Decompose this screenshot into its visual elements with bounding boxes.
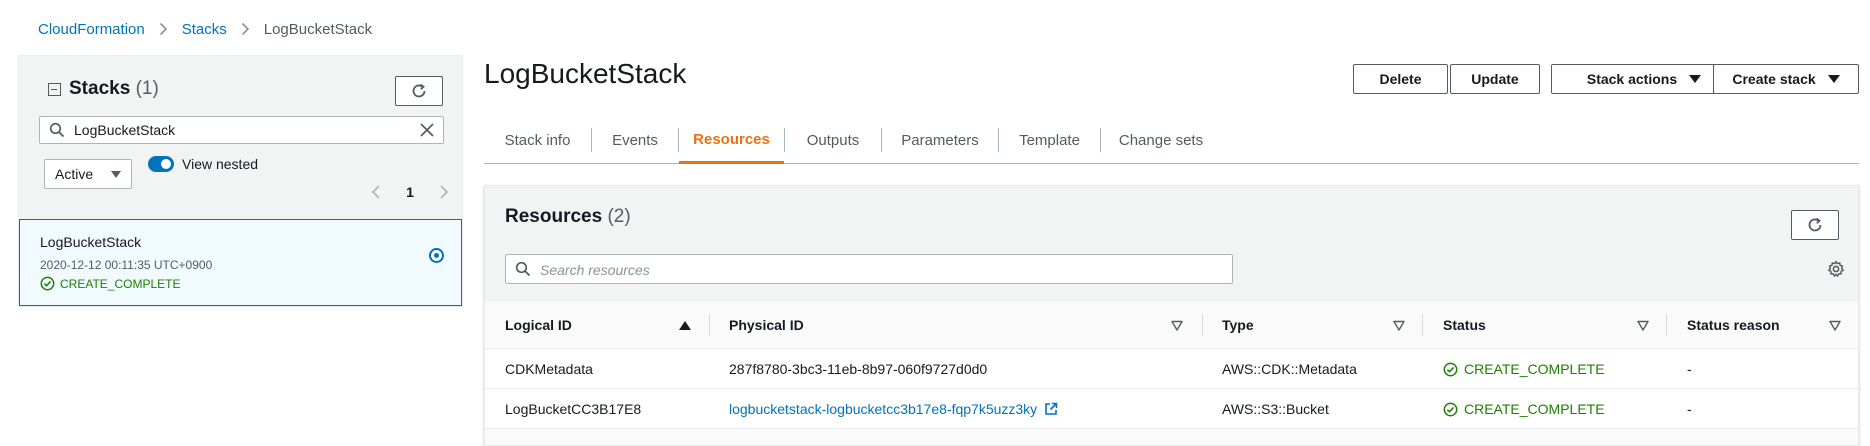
cell-status: CREATE_COMPLETE <box>1443 349 1605 389</box>
cell-type: AWS::CDK::Metadata <box>1222 361 1357 377</box>
cell-status-reason: - <box>1687 361 1692 377</box>
column-type[interactable]: Type <box>1222 301 1254 349</box>
breadcrumb-stacks[interactable]: Stacks <box>182 21 227 38</box>
view-nested-toggle[interactable] <box>148 156 174 172</box>
cell-logical-id: LogBucketCC3B17E8 <box>505 401 642 417</box>
stack-list-item[interactable]: LogBucketStack 2020-12-12 00:11:35 UTC+0… <box>19 219 462 306</box>
stacks-title: Stacks (1) <box>69 78 159 100</box>
cell-status-text: CREATE_COMPLETE <box>1464 401 1605 417</box>
stacks-count: (1) <box>135 78 159 99</box>
refresh-icon <box>1808 217 1822 232</box>
tab-template[interactable]: Template <box>999 117 1100 164</box>
stack-created-date: 2020-12-12 00:11:35 UTC+0900 <box>40 258 213 272</box>
filter-icon[interactable] <box>1171 319 1183 337</box>
stack-status: CREATE_COMPLETE <box>40 276 180 291</box>
resources-count: (2) <box>607 206 631 227</box>
check-circle-icon <box>1443 402 1458 416</box>
delete-button[interactable]: Delete <box>1353 64 1448 94</box>
clear-icon[interactable] <box>419 122 435 143</box>
cell-status-text: CREATE_COMPLETE <box>1464 361 1605 377</box>
create-stack-label: Create stack <box>1732 71 1816 87</box>
page-number[interactable]: 1 <box>406 184 414 200</box>
stacks-panel: Stacks (1) Active View nested 1 <box>18 55 463 307</box>
caret-down-icon <box>1827 75 1840 83</box>
column-divider <box>709 314 710 336</box>
cell-type: AWS::S3::Bucket <box>1222 401 1329 417</box>
column-divider <box>1422 314 1423 336</box>
stacks-pagination: 1 <box>371 182 449 202</box>
resources-panel: Resources (2) Logical ID Physical ID Typ… <box>484 185 1859 446</box>
column-status-reason[interactable]: Status reason <box>1687 301 1780 349</box>
cell-status: CREATE_COMPLETE <box>1443 389 1605 429</box>
column-physical-id[interactable]: Physical ID <box>729 301 804 349</box>
breadcrumb-cloudformation[interactable]: CloudFormation <box>38 21 145 38</box>
page-title: LogBucketStack <box>484 58 687 89</box>
resources-header: Resources (2) <box>485 186 1858 301</box>
cell-physical-id: logbucketstack-logbucketcc3b17e8-fqp7k5u… <box>729 389 1058 429</box>
search-icon <box>49 122 65 143</box>
filter-icon[interactable] <box>1393 319 1405 337</box>
stack-status-text: CREATE_COMPLETE <box>60 276 181 291</box>
tab-stack-info[interactable]: Stack info <box>484 117 591 164</box>
collapse-icon[interactable] <box>48 83 61 96</box>
tab-change-sets[interactable]: Change sets <box>1101 117 1221 164</box>
tab-resources[interactable]: Resources <box>679 117 784 164</box>
refresh-icon <box>412 83 426 98</box>
update-button-label: Update <box>1471 71 1519 87</box>
resources-title: Resources (2) <box>505 206 631 228</box>
stack-name: LogBucketStack <box>40 234 142 250</box>
resources-table-header: Logical ID Physical ID Type Status Statu… <box>485 301 1858 349</box>
caret-down-icon <box>1689 75 1702 83</box>
caret-down-icon <box>111 171 121 178</box>
sort-ascending-icon[interactable] <box>679 321 691 330</box>
column-divider <box>1666 314 1667 336</box>
cell-status-reason: - <box>1687 401 1692 417</box>
stack-select-radio[interactable] <box>429 248 444 263</box>
tab-parameters[interactable]: Parameters <box>882 117 998 164</box>
chevron-right-icon <box>159 22 168 36</box>
stacks-search <box>39 116 444 144</box>
cell-physical-id: 287f8780-3bc3-11eb-8b97-060f9727d0d0 <box>729 361 988 377</box>
column-divider <box>1202 314 1203 336</box>
external-link-icon <box>1045 402 1058 415</box>
cell-logical-id: CDKMetadata <box>505 361 593 377</box>
view-nested-label: View nested <box>182 156 259 172</box>
breadcrumb-current: LogBucketStack <box>263 20 373 38</box>
stacks-title-label: Stacks <box>69 78 131 99</box>
update-button[interactable]: Update <box>1450 64 1540 94</box>
column-logical-id[interactable]: Logical ID <box>505 301 572 349</box>
breadcrumb: CloudFormation Stacks LogBucketStack <box>38 19 372 39</box>
stack-tabs: Stack info Events Resources Outputs Para… <box>484 117 1859 164</box>
filter-icon[interactable] <box>1637 319 1649 337</box>
create-stack-button[interactable]: Create stack <box>1713 64 1859 94</box>
resources-title-label: Resources <box>505 206 603 227</box>
stacks-panel-header: Stacks (1) Active View nested 1 <box>19 56 462 219</box>
search-icon <box>515 261 531 282</box>
stacks-refresh-button[interactable] <box>395 76 443 106</box>
column-status[interactable]: Status <box>1443 301 1486 349</box>
tab-outputs[interactable]: Outputs <box>785 117 881 164</box>
stack-actions-button[interactable]: Stack actions <box>1551 64 1737 94</box>
check-circle-icon <box>1443 362 1458 376</box>
page-prev-icon[interactable] <box>371 184 381 200</box>
physical-id-link-text: logbucketstack-logbucketcc3b17e8-fqp7k5u… <box>729 401 1038 417</box>
check-circle-icon <box>40 276 55 291</box>
resources-search <box>505 254 1233 284</box>
delete-button-label: Delete <box>1379 71 1422 87</box>
tab-events[interactable]: Events <box>592 117 678 164</box>
resources-search-input[interactable] <box>540 261 1220 279</box>
stacks-search-input[interactable] <box>74 121 404 139</box>
stack-status-filter[interactable]: Active <box>44 159 132 189</box>
chevron-right-icon <box>241 22 250 36</box>
physical-id-link[interactable]: logbucketstack-logbucketcc3b17e8-fqp7k5u… <box>729 401 1058 417</box>
stack-status-filter-value: Active <box>55 166 94 182</box>
filter-icon[interactable] <box>1829 319 1841 337</box>
table-row[interactable]: CDKMetadata 287f8780-3bc3-11eb-8b97-060f… <box>485 349 1858 389</box>
stack-actions-label: Stack actions <box>1586 71 1678 87</box>
gear-icon[interactable] <box>1827 260 1845 283</box>
resources-refresh-button[interactable] <box>1791 210 1839 240</box>
table-row[interactable]: LogBucketCC3B17E8 logbucketstack-logbuck… <box>485 389 1858 429</box>
page-next-icon[interactable] <box>439 184 449 200</box>
